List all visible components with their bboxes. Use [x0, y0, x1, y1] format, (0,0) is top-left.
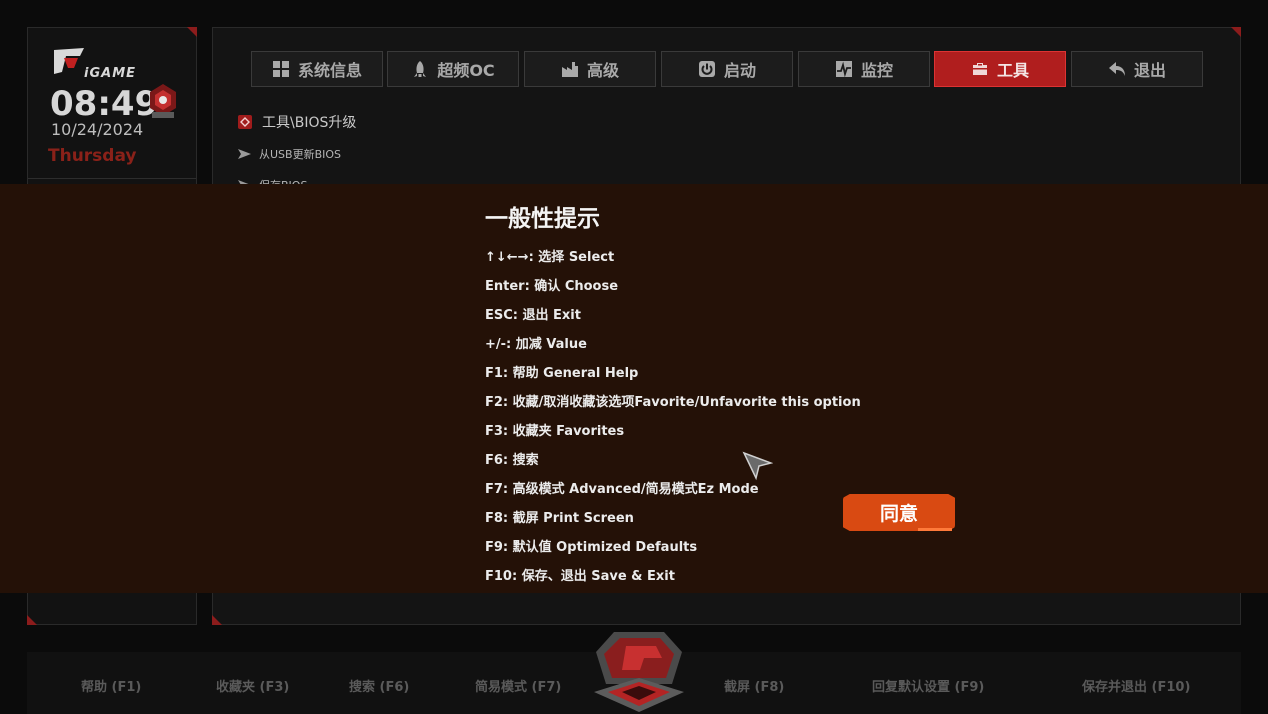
clock-day: Thursday — [48, 146, 137, 166]
menu-item-update-usb[interactable]: 从USB更新BIOS — [238, 146, 341, 162]
factory-icon — [561, 62, 578, 77]
help-line: F7: 高级模式 Advanced/简易模式Ez Mode — [485, 482, 759, 497]
breadcrumb-text: 工具\BIOS升级 — [262, 115, 357, 131]
tab-tools[interactable]: 工具 — [934, 51, 1066, 87]
help-line: F2: 收藏/取消收藏该选项Favorite/Unfavorite this o… — [485, 395, 861, 410]
tab-label: 系统信息 — [297, 61, 362, 80]
toolbox-icon — [972, 63, 987, 75]
footer-ez-mode[interactable]: 简易模式 (F7) — [475, 676, 561, 695]
general-help-dialog: 一般性提示 ↑↓←→: 选择 Select Enter: 确认 Choose E… — [0, 184, 1268, 593]
help-line: ↑↓←→: 选择 Select — [485, 250, 615, 265]
divider — [28, 178, 196, 179]
footer-defaults[interactable]: 回复默认设置 (F9) — [872, 676, 984, 695]
help-line: +/-: 加减 Value — [485, 337, 587, 352]
help-line: Enter: 确认 Choose — [485, 279, 619, 294]
agree-button[interactable]: 同意 — [843, 494, 955, 531]
clock-time: 08:49 — [50, 84, 159, 124]
footer-favorites[interactable]: 收藏夹 (F3) — [216, 676, 289, 695]
help-line: F3: 收藏夹 Favorites — [485, 424, 625, 439]
tab-exit[interactable]: 退出 — [1071, 51, 1203, 87]
help-line: F1: 帮助 General Help — [485, 366, 639, 381]
help-line: F8: 截屏 Print Screen — [485, 511, 634, 526]
rocket-icon — [414, 61, 427, 77]
igame-emblem-icon — [594, 632, 684, 712]
dialog-title: 一般性提示 — [485, 206, 600, 232]
clock-date: 10/24/2024 — [51, 120, 144, 139]
brand-name: iGAME — [84, 66, 137, 81]
help-line: ESC: 退出 Exit — [485, 308, 581, 323]
arrow-right-icon — [238, 149, 251, 159]
button-accent — [918, 528, 952, 531]
tab-label: 超频OC — [437, 61, 495, 80]
grid-icon — [272, 61, 289, 77]
footer-save-exit[interactable]: 保存并退出 (F10) — [1082, 676, 1190, 695]
footer-screenshot[interactable]: 截屏 (F8) — [724, 676, 784, 695]
tab-label: 退出 — [1133, 61, 1166, 80]
menu-item-label: 从USB更新BIOS — [259, 148, 342, 161]
back-arrow-icon — [1108, 62, 1125, 76]
monitor-icon — [835, 61, 852, 78]
help-line: F9: 默认值 Optimized Defaults — [485, 540, 698, 555]
tab-overclock[interactable]: 超频OC — [387, 51, 519, 87]
power-icon — [698, 61, 715, 77]
mouse-cursor-icon — [742, 451, 773, 481]
update-icon — [238, 115, 252, 129]
tab-label: 高级 — [586, 61, 619, 80]
tab-system-info[interactable]: 系统信息 — [251, 51, 383, 87]
help-line: F10: 保存、退出 Save & Exit — [485, 569, 675, 584]
tab-advanced[interactable]: 高级 — [524, 51, 656, 87]
robot-mascot-icon — [150, 84, 176, 118]
breadcrumb: 工具\BIOS升级 — [238, 112, 356, 132]
tab-boot[interactable]: 启动 — [661, 51, 793, 87]
tab-label: 启动 — [723, 61, 756, 80]
tab-label: 工具 — [996, 61, 1029, 80]
footer-help[interactable]: 帮助 (F1) — [81, 676, 141, 695]
footer-search[interactable]: 搜索 (F6) — [349, 676, 409, 695]
tab-monitor[interactable]: 监控 — [798, 51, 930, 87]
tab-label: 监控 — [860, 61, 893, 80]
help-line: F6: 搜索 — [485, 453, 539, 468]
